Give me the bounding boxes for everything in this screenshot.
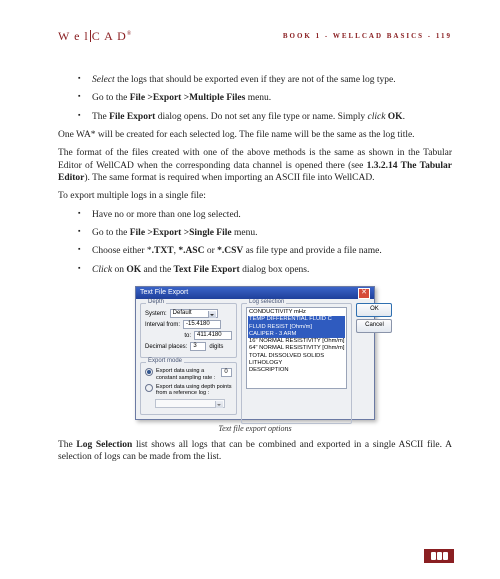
to-input[interactable]: 411.4180 [194,331,232,340]
text: or [204,246,217,256]
text: *.CSV [217,246,243,256]
dialog-right-column: OK Cancel [356,303,392,415]
from-input[interactable]: -15.4180 [183,320,221,329]
reference-select[interactable] [155,399,225,408]
paragraph: The format of the files created with one… [58,147,452,184]
list-item[interactable]: LITHOLOGY [248,360,345,367]
logo-wellcad: W e lC A D® [58,28,132,44]
text: Go to the [92,93,130,103]
text: File >Export >Multiple Files [130,93,246,103]
dialog-middle-column: Log selection CONDUCTIVITY mHz TEMP DIFF… [241,303,352,415]
figure: Text File Export ✕ Depth System: Default … [58,286,452,433]
text: OK [385,112,402,122]
bullet-item: Choose either *.TXT, *.ASC or *.CSV as f… [92,245,452,257]
text: dialog box opens. [240,265,310,275]
logo-left: W e l [58,29,89,43]
select-value: Default [173,310,192,316]
list-item[interactable]: 64" NORMAL RESISTIVITY [Ohm/m] [248,345,345,352]
list-item[interactable]: FLUID RESIST [Ohm/m] [248,324,345,331]
legend: Log selection [247,299,286,305]
text: Text File Export [174,265,240,275]
logo-right: C A D [92,29,127,43]
list-item[interactable]: CONDUCTIVITY mHz [248,309,345,316]
log-selection-list[interactable]: CONDUCTIVITY mHz TEMP DIFFERENTIAL FLUID… [246,307,347,389]
radio-constant-rate[interactable] [145,368,153,376]
fieldset-log-selection: Log selection CONDUCTIVITY mHz TEMP DIFF… [241,303,352,424]
fieldset-depth: Depth System:Default Interval from:-15.4… [140,303,237,358]
text: The [92,112,109,122]
dialog-body: Depth System: Default Interval from:-15.4… [136,299,374,419]
text: as file type and provide a file name. [243,246,382,256]
page-title: BOOK 1 - WELLCAD BASICS - 119 [283,32,452,40]
text: The [58,440,76,450]
dialog-titlebar[interactable]: Text File Export ✕ [136,287,374,299]
label: to: [145,333,191,339]
bullet-item: Select the logs that should be exported … [92,74,452,86]
paragraph: One WA* will be created for each selecte… [58,129,452,141]
label: Decimal places: [145,344,187,350]
radio-label: Export data using a constant sampling ra… [156,368,218,381]
paragraph: The Log Selection list shows all logs th… [58,439,452,464]
fieldset-export-mode: Export mode Export data using a constant… [140,362,237,415]
running-header: W e lC A D® BOOK 1 - WELLCAD BASICS - 11… [58,28,452,44]
legend: Export mode [146,358,184,364]
figure-caption: Text file export options [58,424,452,433]
logo-divider [90,30,91,42]
text: . [403,112,405,122]
text: File >Export >Single File [130,228,232,238]
dialog-text-file-export: Text File Export ✕ Depth System: Default … [135,286,375,420]
rate-input[interactable]: 0 [221,368,232,377]
logo-glyph [437,552,442,560]
radio-reference-log[interactable] [145,384,153,392]
dialog-left-column: Depth System:Default Interval from:-15.4… [140,303,237,415]
emphasis: Select [92,75,115,85]
text: OK [126,265,141,275]
list-item[interactable]: DESCRIPTION [248,367,345,374]
list-item[interactable]: CALIPER - 3 ARM [248,331,345,338]
bullet-item: Have no or more than one log selected. [92,209,452,221]
text: *.ASC [178,246,204,256]
text: and the [141,265,173,275]
bullet-item: Click on OK and the Text File Export dia… [92,264,452,276]
text: File Export [109,112,155,122]
label: Interval from: [145,322,180,328]
ok-button[interactable]: OK [356,303,392,317]
text: Have no or more than one log selected. [92,210,241,220]
list-item[interactable]: 16" NORMAL RESISTIVITY [Ohm/m] [248,338,345,345]
cancel-button[interactable]: Cancel [356,319,392,333]
system-select[interactable]: Default [170,309,218,318]
bullet-item: Go to the File >Export >Multiple Files m… [92,92,452,104]
list-item[interactable]: TEMP DIFFERENTIAL FLUID C [248,316,345,323]
text: Log Selection [76,440,132,450]
emphasis: Click [92,265,112,275]
text: .TXT [152,246,174,256]
text: dialog opens. Do not set any file type o… [155,112,367,122]
emphasis: click [367,112,385,122]
logo-glyph [443,552,448,560]
text: Go to the [92,228,130,238]
page: W e lC A D® BOOK 1 - WELLCAD BASICS - 11… [0,0,500,579]
bullet-list-1: Select the logs that should be exported … [58,74,452,123]
radio-label: Export data using depth points from a re… [156,384,232,397]
text: Choose either * [92,246,152,256]
paragraph: To export multiple logs in a single file… [58,190,452,202]
text: ). The same format is required when impo… [84,173,374,183]
bullet-list-2: Have no or more than one log selected. G… [58,209,452,276]
text: menu. [232,228,258,238]
text: the logs that should be exported even if… [115,75,396,85]
text: menu. [245,93,271,103]
logo-glyph [431,552,436,560]
bullet-item: The File Export dialog opens. Do not set… [92,111,452,123]
text: on [112,265,126,275]
label: digits [209,344,223,350]
legend: Depth [146,299,166,305]
dialog-title: Text File Export [140,287,188,299]
decimal-input[interactable]: 3 [190,342,206,351]
label: System: [145,311,167,317]
close-icon[interactable]: ✕ [358,288,370,299]
footer-logo-alt [424,549,454,563]
bullet-item: Go to the File >Export >Single File menu… [92,227,452,239]
list-item[interactable]: TOTAL DISSOLVED SOLIDS [248,353,345,360]
